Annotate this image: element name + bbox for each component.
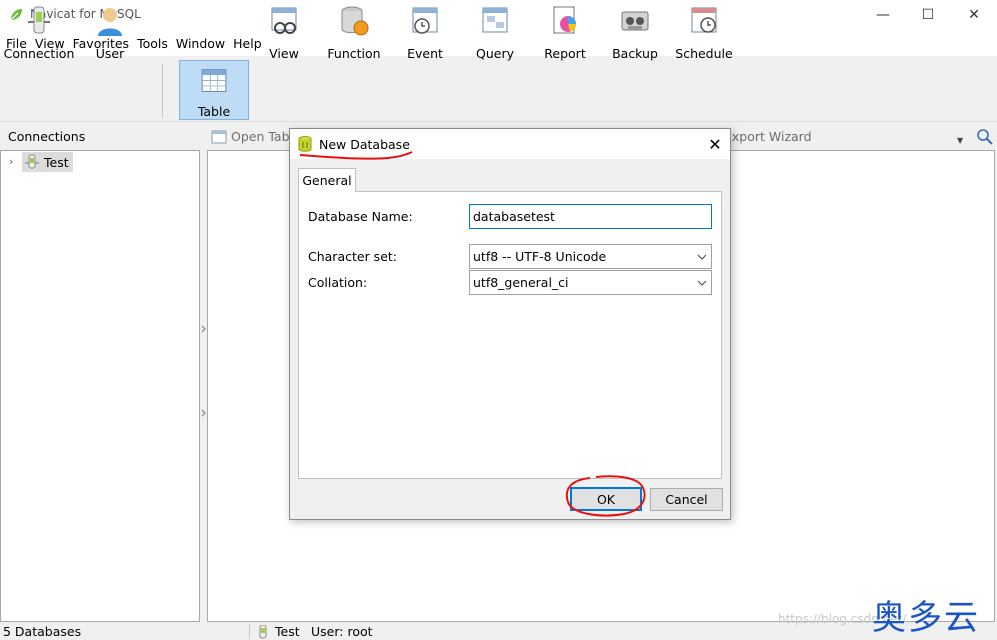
- table-icon: [211, 130, 227, 143]
- character-set-value: utf8 -- UTF-8 Unicode: [473, 249, 607, 264]
- chevron-down-icon: [697, 254, 707, 260]
- maximize-button[interactable]: ☐: [905, 0, 951, 30]
- general-tab-panel: [298, 191, 722, 479]
- menu-tools[interactable]: Tools: [137, 36, 168, 51]
- query-icon: [482, 7, 508, 33]
- chevron-right-icon[interactable]: ›: [9, 155, 13, 168]
- collation-label: Collation:: [308, 275, 368, 290]
- close-icon: ✕: [968, 7, 980, 23]
- toolbar-function-button[interactable]: Function: [326, 4, 382, 64]
- toolbar-label: User: [95, 46, 125, 61]
- view-icon: [271, 7, 297, 34]
- toolbar-label: Schedule: [675, 46, 733, 61]
- red-circle-annotation: [565, 475, 646, 517]
- report-icon: [553, 6, 577, 34]
- backup-icon: [621, 11, 649, 31]
- cancel-button[interactable]: Cancel: [650, 488, 723, 511]
- close-button[interactable]: ✕: [951, 0, 997, 30]
- character-set-select[interactable]: utf8 -- UTF-8 Unicode: [469, 244, 712, 269]
- toolbar-label: Backup: [612, 46, 658, 61]
- toolbar-backup-button[interactable]: Backup: [609, 4, 661, 64]
- table-icon: [201, 69, 227, 92]
- connection-icon: [28, 6, 50, 34]
- maximize-icon: ☐: [921, 7, 935, 23]
- chevron-down-icon[interactable]: ▼: [957, 136, 963, 145]
- connections-tree[interactable]: [0, 150, 200, 622]
- event-icon: [412, 7, 438, 34]
- status-database-count: 5 Databases: [3, 624, 82, 639]
- open-table-label: Open Tab: [231, 129, 290, 144]
- tree-item-label: Test: [44, 154, 69, 170]
- status-connection: Test: [255, 624, 300, 640]
- export-wizard-button[interactable]: Export Wizard: [724, 129, 812, 144]
- toolbar-user-button[interactable]: User: [84, 4, 136, 64]
- toolbar-label: Connection: [3, 46, 75, 61]
- toolbar-separator: [162, 64, 163, 118]
- chevron-down-icon: [697, 280, 707, 286]
- connection-icon: [259, 625, 267, 639]
- export-wizard-label: Export Wizard: [724, 129, 812, 144]
- toolbar-query-button[interactable]: Query: [470, 4, 520, 64]
- toolbar-label: Event: [407, 46, 443, 61]
- user-icon: [98, 8, 122, 36]
- connection-icon: [25, 154, 39, 169]
- dialog-close-button[interactable]: ✕: [704, 133, 726, 155]
- status-bar: [0, 624, 997, 639]
- main-toolbar: [0, 56, 997, 122]
- red-underline-annotation: [299, 151, 413, 160]
- menu-help[interactable]: Help: [233, 36, 262, 51]
- tab-general[interactable]: General: [298, 168, 356, 192]
- toolbar-schedule-button[interactable]: Schedule: [674, 4, 734, 64]
- schedule-icon: [691, 7, 717, 33]
- minimize-button[interactable]: —: [860, 0, 906, 30]
- menu-window[interactable]: Window: [176, 36, 225, 51]
- watermark-logo: 奥多云: [872, 598, 980, 638]
- splitter-handle[interactable]: [201, 322, 206, 422]
- status-user: User: root: [311, 624, 373, 639]
- toolbar-connection-button[interactable]: Connection: [4, 4, 74, 64]
- status-connection-label: Test: [275, 624, 300, 639]
- toolbar-table-button[interactable]: Table: [179, 60, 249, 120]
- collation-select[interactable]: utf8_general_ci: [469, 270, 712, 295]
- status-separator: [249, 624, 250, 639]
- tree-item-test[interactable]: Test: [22, 152, 73, 172]
- close-icon: ✕: [708, 134, 722, 154]
- connections-header: Connections: [8, 129, 86, 144]
- collation-value: utf8_general_ci: [473, 275, 569, 290]
- search-icon[interactable]: [976, 128, 994, 146]
- function-icon: [341, 6, 369, 36]
- character-set-label: Character set:: [308, 249, 398, 264]
- toolbar-label: View: [269, 46, 299, 61]
- open-table-button[interactable]: Open Tab: [211, 129, 290, 144]
- toolbar-report-button[interactable]: Report: [538, 4, 592, 64]
- database-name-input[interactable]: [469, 204, 712, 229]
- toolbar-event-button[interactable]: Event: [400, 4, 450, 64]
- database-name-label: Database Name:: [308, 209, 413, 224]
- toolbar-label: Query: [476, 46, 514, 61]
- minimize-icon: —: [876, 7, 890, 23]
- toolbar-label: Function: [327, 46, 381, 61]
- toolbar-label: Report: [544, 46, 586, 61]
- toolbar-view-button[interactable]: View: [259, 4, 309, 64]
- toolbar-label: Table: [197, 104, 231, 119]
